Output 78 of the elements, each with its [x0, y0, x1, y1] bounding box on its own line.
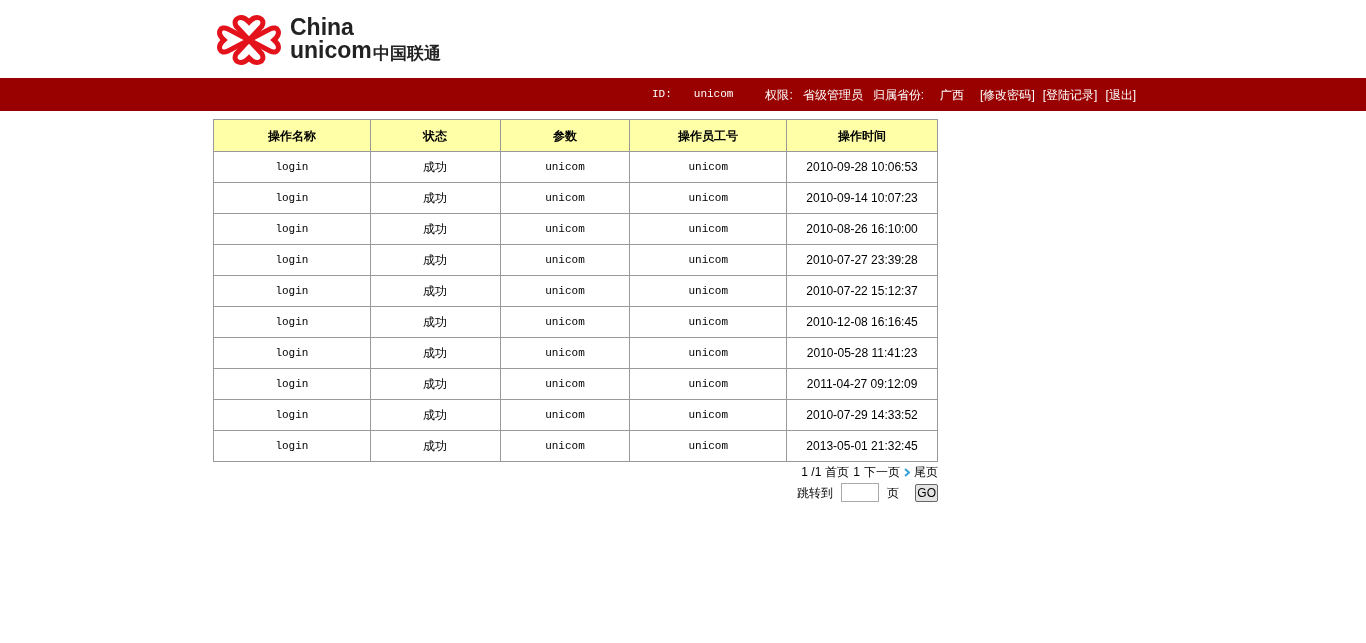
- table-cell: 2010-09-28 10:06:53: [786, 151, 938, 183]
- page-unit: 页: [887, 484, 900, 502]
- table-cell: 2010-07-22 15:12:37: [786, 275, 938, 307]
- table-cell: login: [213, 430, 371, 462]
- table-cell: 2011-04-27 09:12:09: [786, 368, 938, 400]
- table-cell: unicom: [629, 368, 787, 400]
- top-bar-link[interactable]: [登陆记录]: [1042, 85, 1098, 104]
- table-cell: 2010-07-27 23:39:28: [786, 244, 938, 276]
- table-cell: login: [213, 275, 371, 307]
- logo-text: China: [290, 16, 355, 39]
- table-cell: 成功: [370, 399, 501, 431]
- jump-label: 跳转到: [797, 484, 834, 502]
- table-cell: 成功: [370, 306, 501, 338]
- table-cell: 成功: [370, 151, 501, 183]
- table-cell: login: [213, 306, 371, 338]
- table-cell: unicom: [629, 182, 787, 214]
- table-cell: unicom: [629, 399, 787, 431]
- table-cell: login: [213, 368, 371, 400]
- table-cell: 2013-05-01 21:32:45: [786, 430, 938, 462]
- logo-text: unicom: [290, 39, 372, 62]
- page-info: 1 /1: [801, 464, 822, 481]
- table-cell: unicom: [629, 244, 787, 276]
- table-cell: 成功: [370, 275, 501, 307]
- role-label: 权限:: [765, 86, 793, 104]
- table-cell: 成功: [370, 368, 501, 400]
- next-page-link[interactable]: 下一页: [864, 463, 900, 481]
- table-cell: 2010-09-14 10:07:23: [786, 182, 938, 214]
- table-cell: login: [213, 213, 371, 245]
- table-cell: 2010-05-28 11:41:23: [786, 337, 938, 369]
- table-cell: login: [213, 182, 371, 214]
- table-cell: unicom: [629, 337, 787, 369]
- top-bar-link[interactable]: [修改密码]: [980, 85, 1035, 104]
- table-cell: login: [213, 337, 371, 369]
- column-header: 操作名称: [213, 119, 371, 152]
- table-cell: unicom: [500, 151, 630, 183]
- last-page-link[interactable]: 尾页: [914, 463, 938, 481]
- table-cell: unicom: [500, 275, 630, 307]
- column-header: 操作时间: [786, 119, 938, 152]
- current-page: 1: [853, 464, 860, 481]
- table-cell: 成功: [370, 430, 501, 462]
- table-cell: unicom: [500, 399, 630, 431]
- table-cell: unicom: [500, 182, 630, 214]
- table-cell: unicom: [500, 306, 630, 338]
- table-cell: unicom: [500, 244, 630, 276]
- chevron-right-icon: [904, 467, 910, 477]
- role-value: 省级管理员: [802, 86, 863, 104]
- column-header: 操作员工号: [629, 119, 787, 152]
- logo-icon: [216, 14, 282, 66]
- table-cell: login: [213, 399, 371, 431]
- table-cell: login: [213, 151, 371, 183]
- table-cell: 成功: [370, 213, 501, 245]
- column-header: 参数: [500, 119, 630, 152]
- table-cell: unicom: [629, 151, 787, 183]
- table-cell: unicom: [500, 368, 630, 400]
- province-value: 广西: [940, 86, 965, 104]
- page-input[interactable]: [841, 483, 880, 502]
- province-label: 归属省份:: [872, 86, 925, 104]
- table-cell: unicom: [500, 213, 630, 245]
- table-cell: unicom: [629, 430, 787, 462]
- table-cell: unicom: [500, 430, 630, 462]
- table-cell: login: [213, 244, 371, 276]
- table-cell: unicom: [629, 275, 787, 307]
- first-page-link[interactable]: 首页: [825, 463, 850, 481]
- top-bar-link[interactable]: [退出]: [1105, 85, 1137, 104]
- go-button[interactable]: GO: [915, 483, 938, 502]
- column-header: 状态: [370, 119, 501, 152]
- table-cell: 成功: [370, 337, 501, 369]
- id-value: unicom: [693, 87, 734, 103]
- table-cell: 2010-12-08 16:16:45: [786, 306, 938, 338]
- logo-text: 中国联通: [372, 45, 441, 62]
- table-cell: unicom: [629, 306, 787, 338]
- id-label: ID:: [652, 87, 672, 103]
- table-cell: unicom: [500, 337, 630, 369]
- table-cell: 2010-07-29 14:33:52: [786, 399, 938, 431]
- table-cell: 2010-08-26 16:10:00: [786, 213, 938, 245]
- table-cell: 成功: [370, 182, 501, 214]
- table-cell: 成功: [370, 244, 501, 276]
- table-cell: unicom: [629, 213, 787, 245]
